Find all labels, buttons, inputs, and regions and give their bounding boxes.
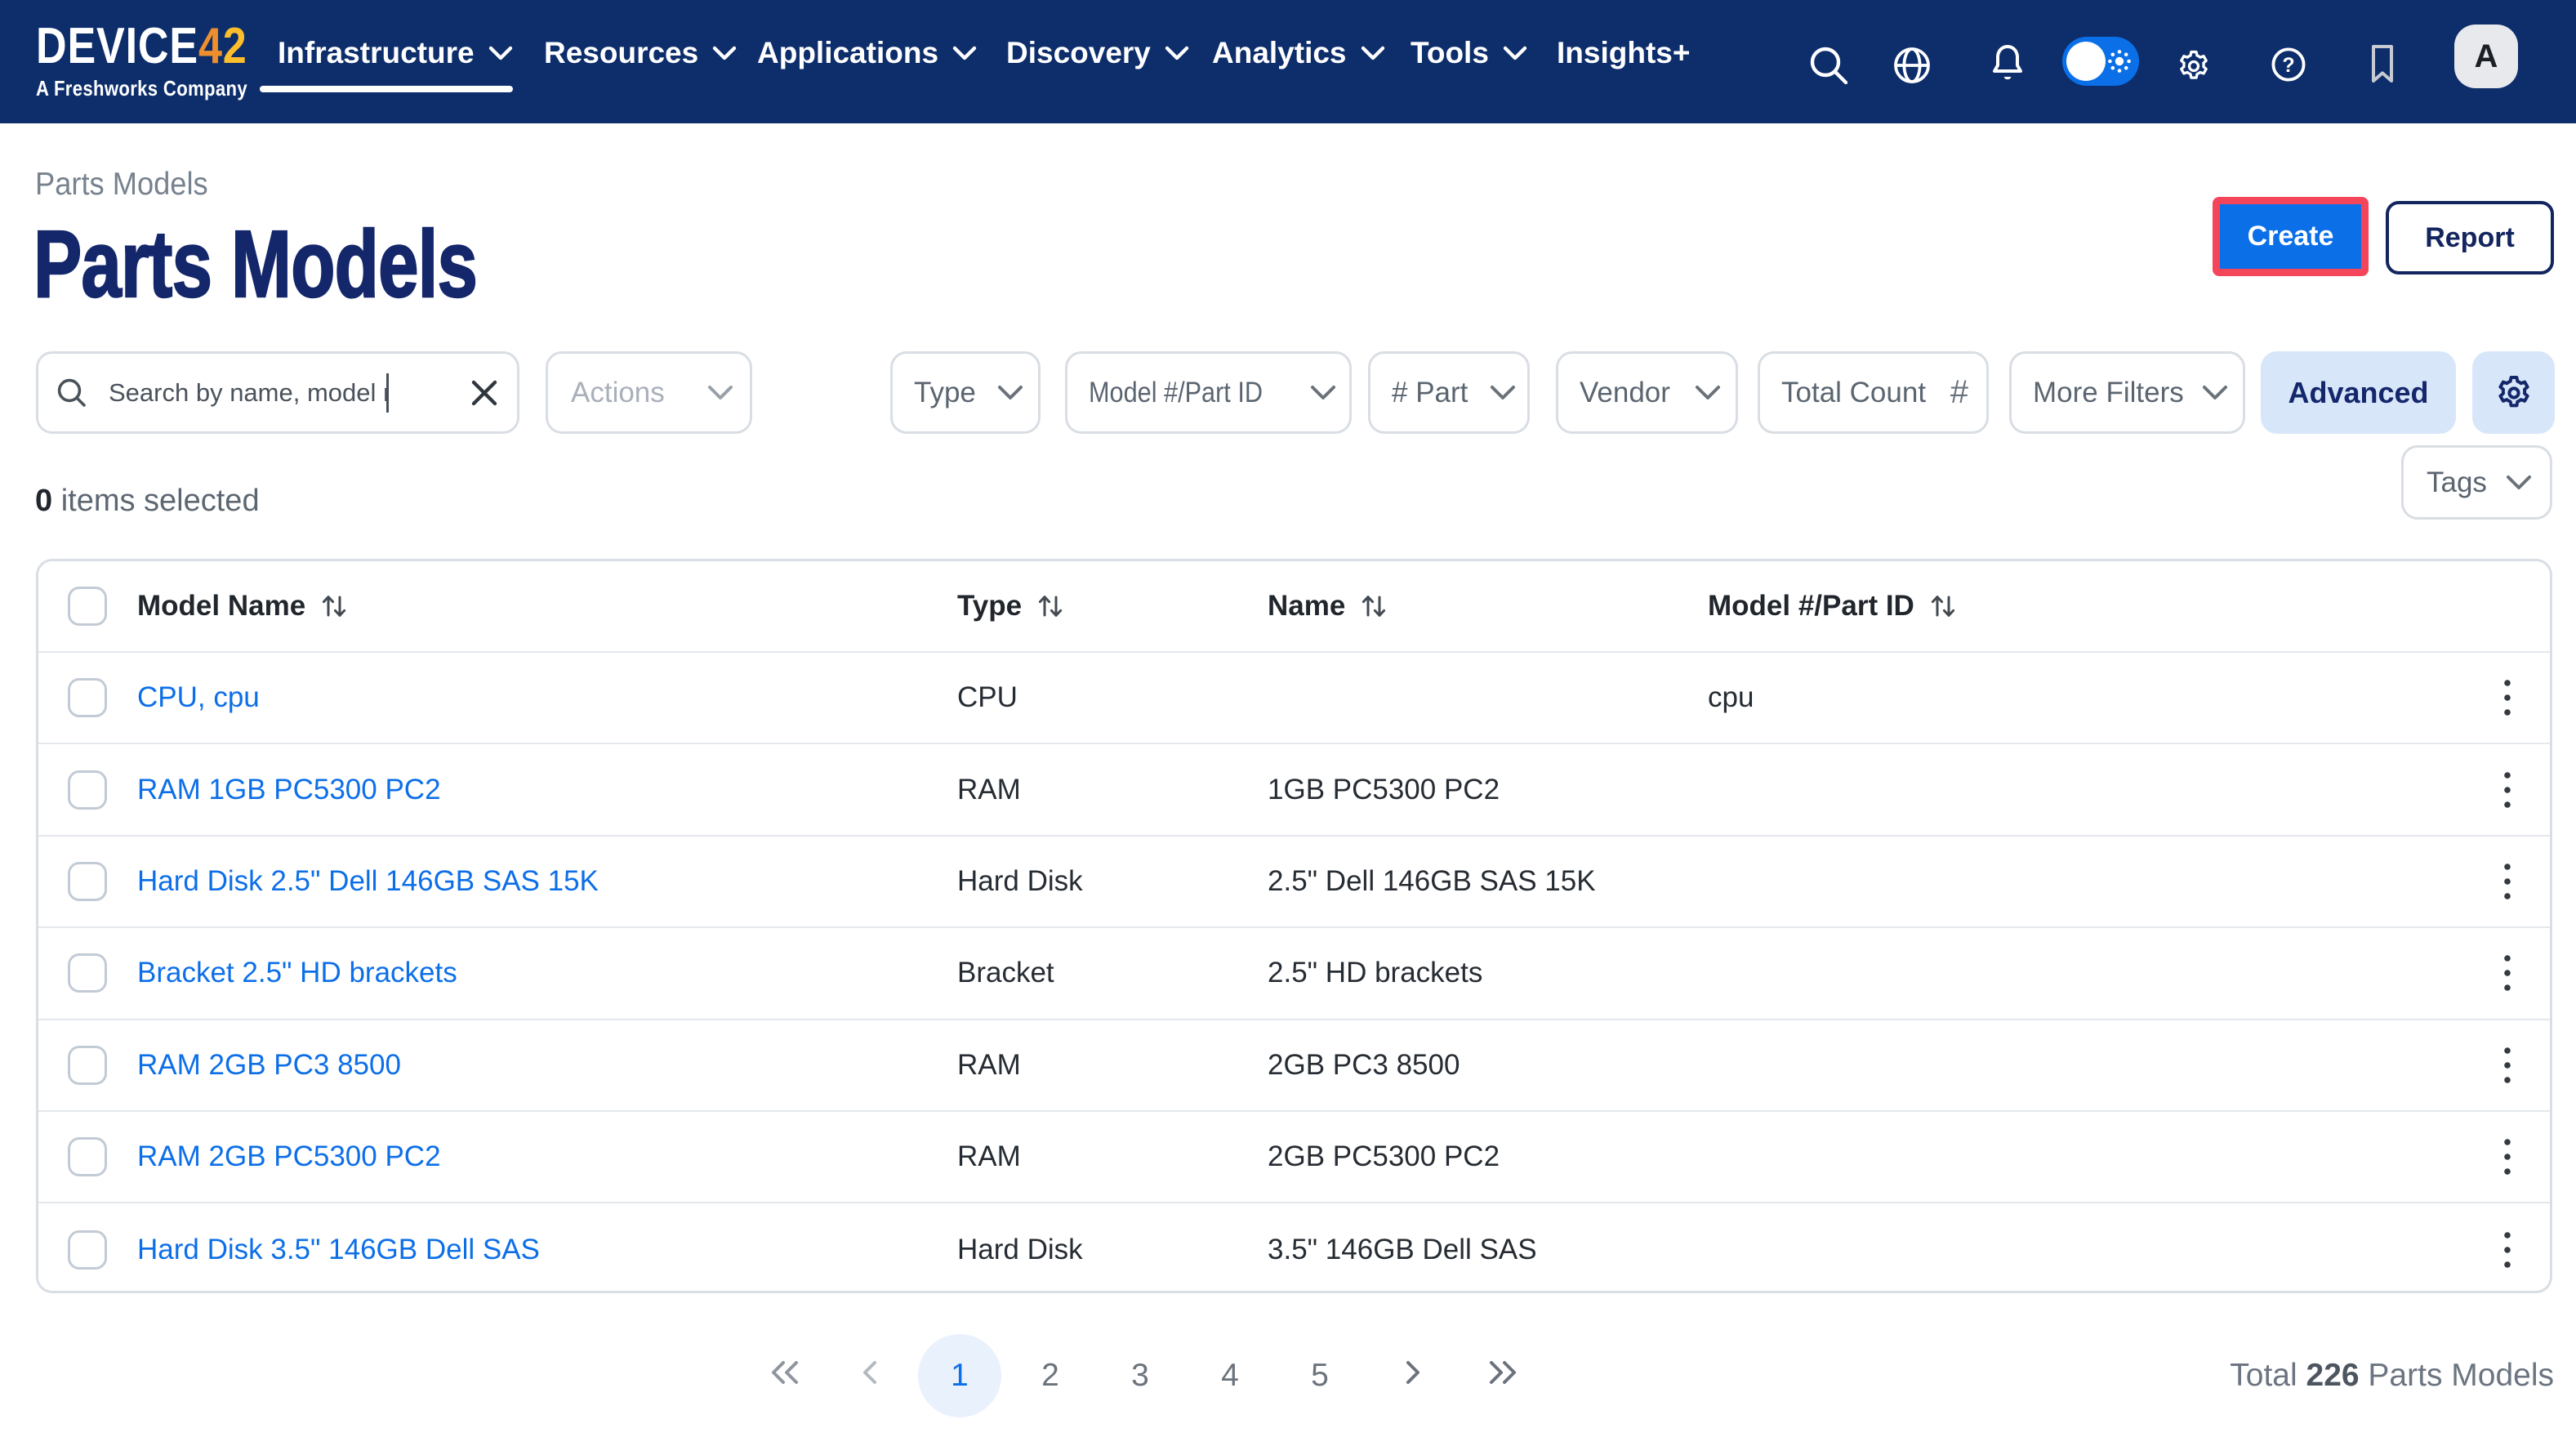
svg-text:?: ? [2282,54,2294,77]
